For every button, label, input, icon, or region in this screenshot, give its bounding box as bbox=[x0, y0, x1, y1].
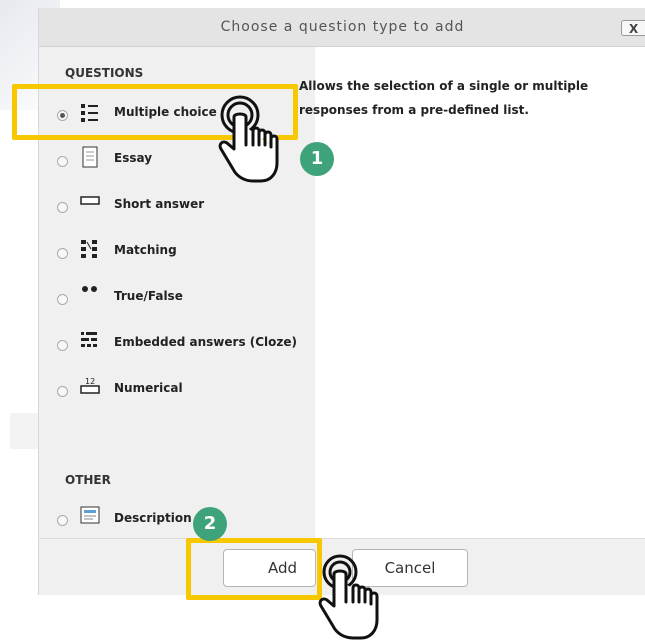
question-type-description: Allows the selection of a single or mult… bbox=[299, 74, 599, 122]
close-button[interactable]: X bbox=[621, 20, 645, 36]
step-badge-2: 2 bbox=[193, 507, 227, 541]
background-strip bbox=[10, 413, 40, 449]
numerical-icon: 12 bbox=[80, 377, 100, 394]
svg-text:12: 12 bbox=[85, 377, 95, 386]
cloze-icon bbox=[81, 332, 97, 347]
radio-true-false[interactable] bbox=[57, 294, 68, 305]
true-false-icon bbox=[82, 286, 97, 292]
option-short-answer[interactable]: Short answer bbox=[39, 187, 315, 221]
other-section-label: OTHER bbox=[65, 473, 111, 487]
radio-description[interactable] bbox=[57, 515, 68, 526]
option-label: Short answer bbox=[114, 197, 205, 211]
option-label: True/False bbox=[114, 289, 183, 303]
radio-essay[interactable] bbox=[57, 156, 68, 167]
radio-cloze[interactable] bbox=[57, 340, 68, 351]
option-numerical[interactable]: 12 Numerical bbox=[39, 371, 315, 405]
option-description[interactable]: Description bbox=[39, 501, 315, 535]
description-line: responses from a pre-defined list. bbox=[299, 103, 529, 117]
radio-matching[interactable] bbox=[57, 248, 68, 259]
step-badge-1: 1 bbox=[300, 142, 334, 176]
dialog-title: Choose a question type to add bbox=[220, 19, 465, 35]
radio-short-answer[interactable] bbox=[57, 202, 68, 213]
option-true-false[interactable]: True/False bbox=[39, 279, 315, 313]
option-label: Essay bbox=[114, 151, 153, 165]
option-matching[interactable]: Matching bbox=[39, 233, 315, 267]
close-icon: X bbox=[629, 22, 639, 36]
highlight-add-button bbox=[186, 538, 322, 600]
option-label: Numerical bbox=[114, 381, 183, 395]
questions-section-label: QUESTIONS bbox=[65, 66, 144, 80]
option-label: Description bbox=[114, 511, 192, 525]
description-icon bbox=[80, 506, 100, 524]
short-answer-icon bbox=[80, 196, 100, 205]
pointing-hand-icon bbox=[318, 554, 379, 640]
radio-numerical[interactable] bbox=[57, 386, 68, 397]
matching-icon bbox=[81, 240, 97, 258]
dialog-titlebar: Choose a question type to add X bbox=[39, 8, 645, 47]
description-line: Allows the selection of a single or mult… bbox=[299, 79, 589, 93]
option-label: Embedded answers (Cloze) bbox=[114, 335, 298, 349]
option-label: Matching bbox=[114, 243, 177, 257]
option-cloze[interactable]: Embedded answers (Cloze) bbox=[39, 325, 315, 359]
essay-icon bbox=[82, 146, 98, 168]
pointing-hand-icon bbox=[218, 95, 279, 183]
